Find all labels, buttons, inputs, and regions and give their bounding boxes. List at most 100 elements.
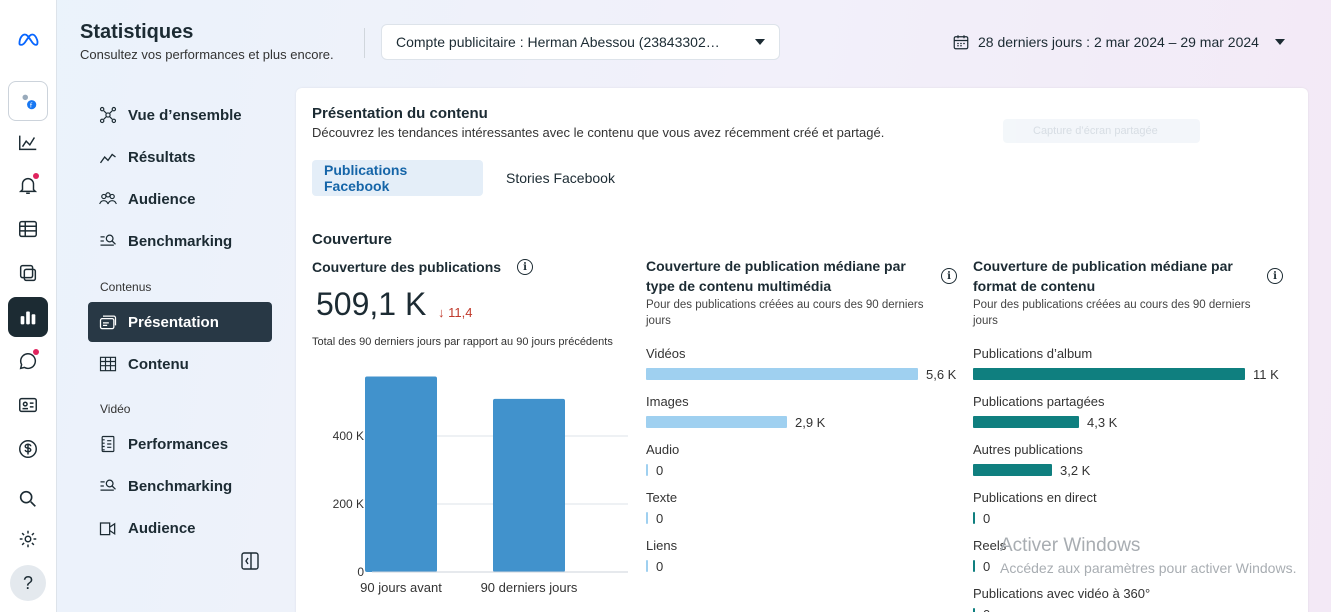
people-icon xyxy=(99,192,117,205)
id-card-icon[interactable] xyxy=(8,385,48,425)
bar-label: Publications d’album xyxy=(973,346,1093,361)
bar[interactable] xyxy=(365,376,437,573)
title-line: Couverture de publication médiane par xyxy=(973,258,1233,274)
meta-logo-icon[interactable] xyxy=(8,20,48,60)
reach-delta: ↓ 11,4 xyxy=(438,305,473,320)
info-icon[interactable]: i xyxy=(1267,268,1283,284)
bar[interactable] xyxy=(493,398,565,572)
reach-note: Total des 90 derniers jours par rapport … xyxy=(312,336,613,348)
share-screenshot-button[interactable]: Capture d’écran partagée xyxy=(1003,119,1200,143)
bar-row: 4,3 K xyxy=(973,414,1118,430)
x-tick-label: 90 derniers jours xyxy=(481,580,578,595)
bar[interactable] xyxy=(646,416,787,428)
nav-label: Audience xyxy=(128,190,196,208)
bar[interactable] xyxy=(973,464,1052,476)
bar-value: 5,6 K xyxy=(926,366,957,382)
nav-audience[interactable]: Audience xyxy=(88,179,272,219)
card-description: Découvrez les tendances intéressantes av… xyxy=(312,125,885,140)
nav-label: Contenu xyxy=(128,355,189,373)
help-icon[interactable]: ? xyxy=(10,565,46,601)
nav-video-audience[interactable]: Audience xyxy=(88,508,272,548)
chart-line-icon[interactable] xyxy=(8,123,48,163)
y-tick-label: 0 xyxy=(357,565,364,579)
layers-icon[interactable] xyxy=(8,253,48,293)
bar-chart-icon[interactable] xyxy=(8,297,48,337)
date-range-label: 28 derniers jours : 2 mar 2024 – 29 mar … xyxy=(978,34,1259,50)
film-icon xyxy=(101,435,115,453)
date-range-picker[interactable]: 28 derniers jours : 2 mar 2024 – 29 mar … xyxy=(952,30,1285,54)
ad-account-select[interactable]: Compte publicitaire : Herman Abessou (23… xyxy=(381,24,780,60)
bar-row: 0 xyxy=(646,511,663,526)
nav-benchmarking[interactable]: Benchmarking xyxy=(88,221,272,261)
nav-label: Audience xyxy=(128,519,196,537)
bar-label: Images xyxy=(646,394,689,409)
windows-watermark-text: Accédez aux paramètres pour activer Wind… xyxy=(1000,560,1297,576)
search-icon[interactable] xyxy=(8,479,48,519)
bar[interactable] xyxy=(973,416,1079,428)
bar[interactable] xyxy=(973,512,975,524)
nav-resultats[interactable]: Résultats xyxy=(88,137,272,177)
reach-title: Couverture des publications xyxy=(312,259,502,275)
bar-label: Publications avec vidéo à 360° xyxy=(973,586,1151,601)
nav-label: Présentation xyxy=(128,313,219,331)
ad-account-label: Compte publicitaire : Herman Abessou (23… xyxy=(396,34,720,50)
table-icon[interactable] xyxy=(8,209,48,249)
reach-value: 509,1 K xyxy=(316,286,427,322)
bar-value: 2,9 K xyxy=(795,414,826,430)
bar[interactable] xyxy=(646,464,648,476)
bar-value: 3,2 K xyxy=(1060,462,1091,478)
title-line: Couverture de publication médiane par xyxy=(646,258,906,274)
bar-label: Liens xyxy=(646,538,678,553)
nav-vue-ensemble[interactable]: Vue d’ensemble xyxy=(88,95,272,135)
bar[interactable] xyxy=(646,512,648,524)
bar-row: 0 xyxy=(973,510,991,526)
dollar-icon[interactable] xyxy=(8,429,48,469)
benchmark-icon xyxy=(100,479,116,491)
bar[interactable] xyxy=(973,608,975,612)
nav-presentation[interactable]: Présentation xyxy=(88,302,272,342)
nav-label: Benchmarking xyxy=(128,232,233,250)
subtitle-line: jours xyxy=(973,315,998,327)
bar[interactable] xyxy=(973,368,1245,380)
nav-label: Performances xyxy=(128,435,229,453)
bar-value: 0 xyxy=(983,510,991,526)
bar-row: 2,9 K xyxy=(646,414,826,430)
bar[interactable] xyxy=(646,368,918,380)
chat-icon[interactable] xyxy=(8,341,48,381)
nav-label: Résultats xyxy=(128,148,196,166)
tab-publications-facebook[interactable]: Publications Facebook xyxy=(312,160,483,196)
title-line: type de contenu multimédia xyxy=(646,278,832,294)
nav-label: Benchmarking xyxy=(128,477,233,495)
nav-performances[interactable]: Performances xyxy=(88,424,272,464)
bar-label: Publications en direct xyxy=(973,490,1097,505)
chevron-down-icon xyxy=(1274,39,1285,45)
nav-video-benchmarking[interactable]: Benchmarking xyxy=(88,466,272,506)
nav-contenu[interactable]: Contenu xyxy=(88,344,272,384)
bar-row: 11 K xyxy=(973,367,1279,382)
subtitle-line: Pour des publications créées au cours de… xyxy=(646,299,924,311)
reach-bar-chart: 0 200 K 400 K 90 jours avant 90 derniers jou… xyxy=(333,376,628,595)
bar-label: Vidéos xyxy=(646,346,686,361)
nav-label: Vue d’ensemble xyxy=(128,106,242,124)
gear-icon[interactable] xyxy=(8,519,48,559)
table-icon xyxy=(99,356,117,372)
bar[interactable] xyxy=(973,560,975,572)
bar-label: Publications partagées xyxy=(973,394,1105,409)
account-avatar[interactable]: f xyxy=(8,81,48,121)
info-icon[interactable]: i xyxy=(941,268,957,284)
page-title: Statistiques xyxy=(80,21,194,43)
format-subtitle: Pour des publications créées au cours de… xyxy=(973,297,1250,329)
bell-icon[interactable] xyxy=(8,165,48,205)
bar[interactable] xyxy=(646,560,648,572)
bar-value: 0 xyxy=(983,607,990,612)
bar-row: 0 xyxy=(973,607,990,612)
collapse-sidebar-icon[interactable] xyxy=(240,551,260,571)
subtitle-line: jours xyxy=(646,315,671,327)
nav-section-video: Vidéo xyxy=(100,402,131,416)
card-title: Présentation du contenu xyxy=(312,105,488,122)
info-icon[interactable]: i xyxy=(517,259,533,275)
cards-icon xyxy=(99,315,117,330)
tab-stories-facebook[interactable]: Stories Facebook xyxy=(494,160,627,196)
media-type-title: Couverture de publication médiane par ty… xyxy=(646,256,906,296)
bar-value: 4,3 K xyxy=(1087,414,1118,430)
